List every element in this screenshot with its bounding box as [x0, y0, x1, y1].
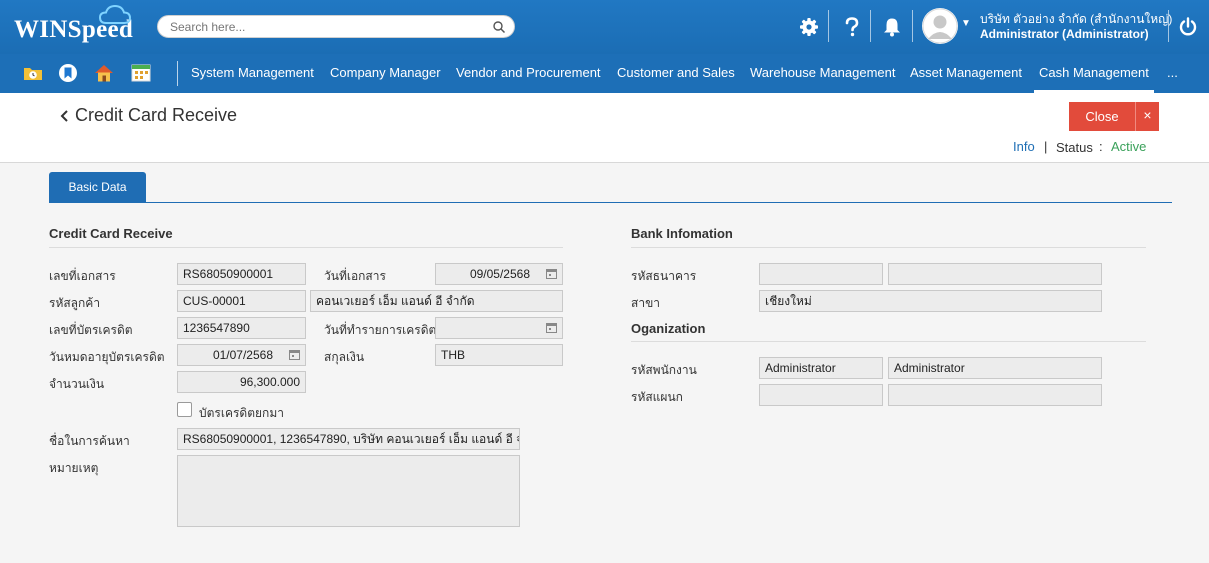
header-divider — [1168, 10, 1169, 42]
power-icon[interactable] — [1175, 14, 1201, 40]
amount-field[interactable]: 96,300.000 — [177, 371, 306, 393]
tab-underline — [49, 202, 1172, 203]
menu-vendor-procurement[interactable]: Vendor and Procurement — [456, 54, 601, 93]
menu-cash-management[interactable]: Cash Management — [1034, 54, 1154, 93]
credit-tx-date-field[interactable] — [435, 317, 563, 339]
tab-basic-data[interactable]: Basic Data — [49, 172, 146, 202]
currency-label: สกุลเงิน — [324, 350, 365, 364]
calendar-icon[interactable] — [289, 349, 300, 360]
main-menu: System Management Company Manager Vendor… — [0, 54, 1209, 93]
currency-field[interactable]: THB — [435, 344, 563, 366]
employee-label: รหัสพนักงาน — [631, 363, 697, 377]
bank-name-field[interactable] — [888, 263, 1102, 285]
status-value: Active — [1111, 139, 1147, 154]
chevron-down-icon[interactable]: ▼ — [961, 18, 971, 29]
global-search[interactable] — [157, 15, 515, 38]
status-label: Status — [1056, 140, 1093, 155]
employee-code-field[interactable]: Administrator — [759, 357, 883, 379]
doc-no-field[interactable]: RS68050900001 — [177, 263, 306, 285]
search-input[interactable] — [170, 19, 470, 35]
remark-textarea[interactable] — [177, 455, 520, 527]
doc-date-field[interactable]: 09/05/2568 — [435, 263, 563, 285]
header-divider — [912, 10, 913, 42]
section-title-organization: Oganization — [631, 321, 706, 336]
employee-name-field[interactable]: Administrator — [888, 357, 1102, 379]
dept-label: รหัสแผนก — [631, 390, 683, 404]
expiry-field[interactable]: 01/07/2568 — [177, 344, 306, 366]
status-colon: : — [1099, 139, 1103, 154]
doc-date-label: วันที่เอกสาร — [324, 269, 386, 283]
header-divider — [828, 10, 829, 42]
remark-label: หมายเหตุ — [49, 461, 99, 475]
dept-name-field[interactable] — [888, 384, 1102, 406]
calendar-grid-icon[interactable] — [131, 63, 151, 83]
home-icon[interactable] — [94, 63, 114, 83]
gear-icon[interactable] — [796, 14, 822, 40]
menu-asset-management[interactable]: Asset Management — [910, 54, 1022, 93]
dept-code-field[interactable] — [759, 384, 883, 406]
search-name-field[interactable]: RS68050900001, 1236547890, บริษัท คอนเวเ… — [177, 428, 520, 450]
calendar-icon[interactable] — [546, 268, 557, 279]
menu-divider — [177, 61, 178, 86]
customer-name-field[interactable]: คอนเวเยอร์ เอ็ม แอนด์ อี จำกัด — [310, 290, 563, 312]
expiry-value: 01/07/2568 — [212, 348, 273, 362]
user-role: Administrator (Administrator) — [980, 27, 1149, 41]
help-icon[interactable] — [839, 14, 865, 40]
section-title-bank: Bank Infomation — [631, 226, 733, 241]
folder-clock-icon[interactable] — [23, 63, 43, 83]
branch-label: สาขา — [631, 296, 661, 310]
info-link[interactable]: Info — [1013, 139, 1035, 154]
page-header: Credit Card Receive Close × Info | Statu… — [0, 93, 1209, 163]
expiry-label: วันหมดอายุบัตรเครดิต — [49, 350, 165, 364]
search-icon[interactable] — [492, 20, 506, 34]
doc-no-label: เลขที่เอกสาร — [49, 269, 116, 283]
bell-icon[interactable] — [879, 14, 905, 40]
section-divider — [631, 341, 1146, 342]
section-divider — [631, 247, 1146, 248]
credit-tx-date-label: วันที่ทำรายการเครดิต — [324, 323, 437, 337]
branch-field[interactable]: เชียงใหม่ — [759, 290, 1102, 312]
bank-code-label: รหัสธนาคาร — [631, 269, 697, 283]
brought-forward-label: บัตรเครดิตยกมา — [199, 406, 284, 420]
menu-customer-sales[interactable]: Customer and Sales — [617, 54, 735, 93]
header-divider — [870, 10, 871, 42]
card-no-field[interactable]: 1236547890 — [177, 317, 306, 339]
section-divider — [49, 247, 563, 248]
brought-forward-checkbox[interactable] — [177, 402, 192, 417]
menu-warehouse-management[interactable]: Warehouse Management — [750, 54, 896, 93]
close-button[interactable]: Close — [1069, 102, 1135, 131]
menu-company-manager[interactable]: Company Manager — [330, 54, 441, 93]
customer-code-label: รหัสลูกค้า — [49, 296, 101, 310]
card-no-label: เลขที่บัตรเครดิต — [49, 323, 133, 337]
bookmark-icon[interactable] — [58, 63, 78, 83]
menu-more[interactable]: ... — [1167, 54, 1178, 93]
close-icon[interactable]: × — [1135, 102, 1159, 131]
search-name-label: ชื่อในการค้นหา — [49, 434, 130, 448]
top-header: WINSpeed Search here... ▼ บริษัท ตัวอย่า… — [0, 0, 1209, 54]
info-separator: | — [1044, 139, 1048, 154]
amount-label: จำนวนเงิน — [49, 377, 105, 391]
cloud-icon — [98, 4, 132, 24]
calendar-icon[interactable] — [546, 322, 557, 333]
avatar[interactable] — [922, 8, 958, 44]
section-title-credit-card: Credit Card Receive — [49, 226, 173, 241]
chevron-left-icon[interactable] — [58, 107, 72, 125]
customer-code-field[interactable]: CUS-00001 — [177, 290, 306, 312]
bank-code-field[interactable] — [759, 263, 883, 285]
doc-date-value: 09/05/2568 — [469, 267, 530, 281]
page-title: Credit Card Receive — [75, 105, 238, 125]
menu-system-management[interactable]: System Management — [191, 54, 314, 93]
